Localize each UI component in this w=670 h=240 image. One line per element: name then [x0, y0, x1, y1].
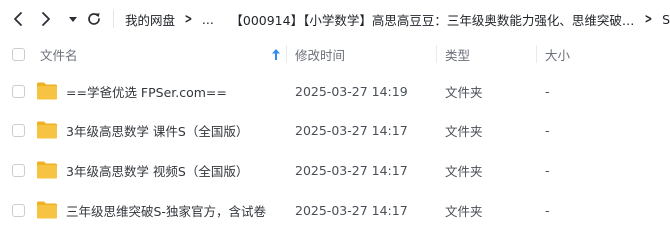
table-row[interactable]: ==学爸优选 FPSer.com== 2025-03-27 14:19 文件夹 …: [0, 72, 670, 110]
folder-icon: [37, 82, 57, 100]
chevron-right-icon: [223, 12, 226, 27]
column-header-type[interactable]: 类型: [445, 45, 470, 64]
file-browser: 我的网盘 > ... 【000914】【小学数学】高思高豆豆：三年级奥数能力强化…: [0, 0, 670, 240]
file-size: -: [545, 162, 550, 178]
file-type: 文件夹: [445, 203, 483, 219]
breadcrumb: 我的网盘 > ... 【000914】【小学数学】高思高豆豆：三年级奥数能力强化…: [125, 0, 670, 38]
column-header-name[interactable]: 文件名: [40, 45, 78, 64]
file-type: 文件夹: [445, 84, 483, 100]
nav-divider: [113, 10, 114, 28]
column-header-size[interactable]: 大小: [545, 45, 570, 64]
breadcrumb-ellipsis[interactable]: ...: [202, 12, 214, 27]
row-checkbox[interactable]: [12, 124, 25, 137]
file-name[interactable]: ==学爸优选 FPSer.com==: [66, 82, 227, 101]
modified-time: 2025-03-27 14:17: [295, 122, 408, 138]
breadcrumb-current[interactable]: 【000914】【小学数学】高思高豆豆：三年级奥数能力强化、思维突破、...: [230, 10, 635, 29]
sort-ascending-icon[interactable]: [272, 48, 280, 63]
file-size: -: [545, 122, 550, 138]
row-checkbox[interactable]: [12, 164, 25, 177]
file-type: 文件夹: [445, 163, 483, 179]
table-row[interactable]: 3年级高思数学 课件S（全国版） 2025-03-27 14:17 文件夹 -: [0, 111, 670, 149]
file-name[interactable]: 3年级高思数学 课件S（全国版）: [66, 121, 248, 140]
breadcrumb-trailing[interactable]: S: [662, 12, 670, 27]
breadcrumb-root[interactable]: 我的网盘: [125, 10, 175, 29]
column-divider[interactable]: [436, 45, 437, 63]
navigation-bar: 我的网盘 > ... 【000914】【小学数学】高思高豆豆：三年级奥数能力强化…: [0, 0, 670, 38]
column-divider[interactable]: [536, 45, 537, 63]
file-type: 文件夹: [445, 123, 483, 139]
modified-time: 2025-03-27 14:17: [295, 162, 408, 178]
modified-time: 2025-03-27 14:17: [295, 202, 408, 218]
column-header-modified[interactable]: 修改时间: [295, 45, 345, 64]
dropdown-icon[interactable]: [63, 9, 83, 29]
table-row[interactable]: 3年级高思数学 视频S（全国版） 2025-03-27 14:17 文件夹 -: [0, 151, 670, 189]
folder-icon: [37, 121, 57, 139]
table-header: 文件名 修改时间 类型 大小: [0, 38, 670, 70]
file-name[interactable]: 三年级思维突破S-独家官方，含试卷: [66, 201, 266, 220]
forward-icon[interactable]: [36, 9, 56, 29]
select-all-checkbox[interactable]: [12, 48, 25, 61]
folder-icon: [37, 161, 57, 179]
chevron-right-icon: >: [644, 11, 653, 27]
chevron-right-icon: >: [184, 11, 193, 27]
modified-time: 2025-03-27 14:19: [295, 83, 408, 99]
row-checkbox[interactable]: [12, 204, 25, 217]
back-icon[interactable]: [8, 9, 28, 29]
folder-icon: [37, 201, 57, 219]
file-size: -: [545, 202, 550, 218]
row-checkbox[interactable]: [12, 85, 25, 98]
file-size: -: [545, 83, 550, 99]
table-row[interactable]: 三年级思维突破S-独家官方，含试卷 2025-03-27 14:17 文件夹 -: [0, 191, 670, 229]
file-name[interactable]: 3年级高思数学 视频S（全国版）: [66, 161, 248, 180]
refresh-icon[interactable]: [84, 9, 104, 29]
column-divider[interactable]: [286, 45, 287, 63]
